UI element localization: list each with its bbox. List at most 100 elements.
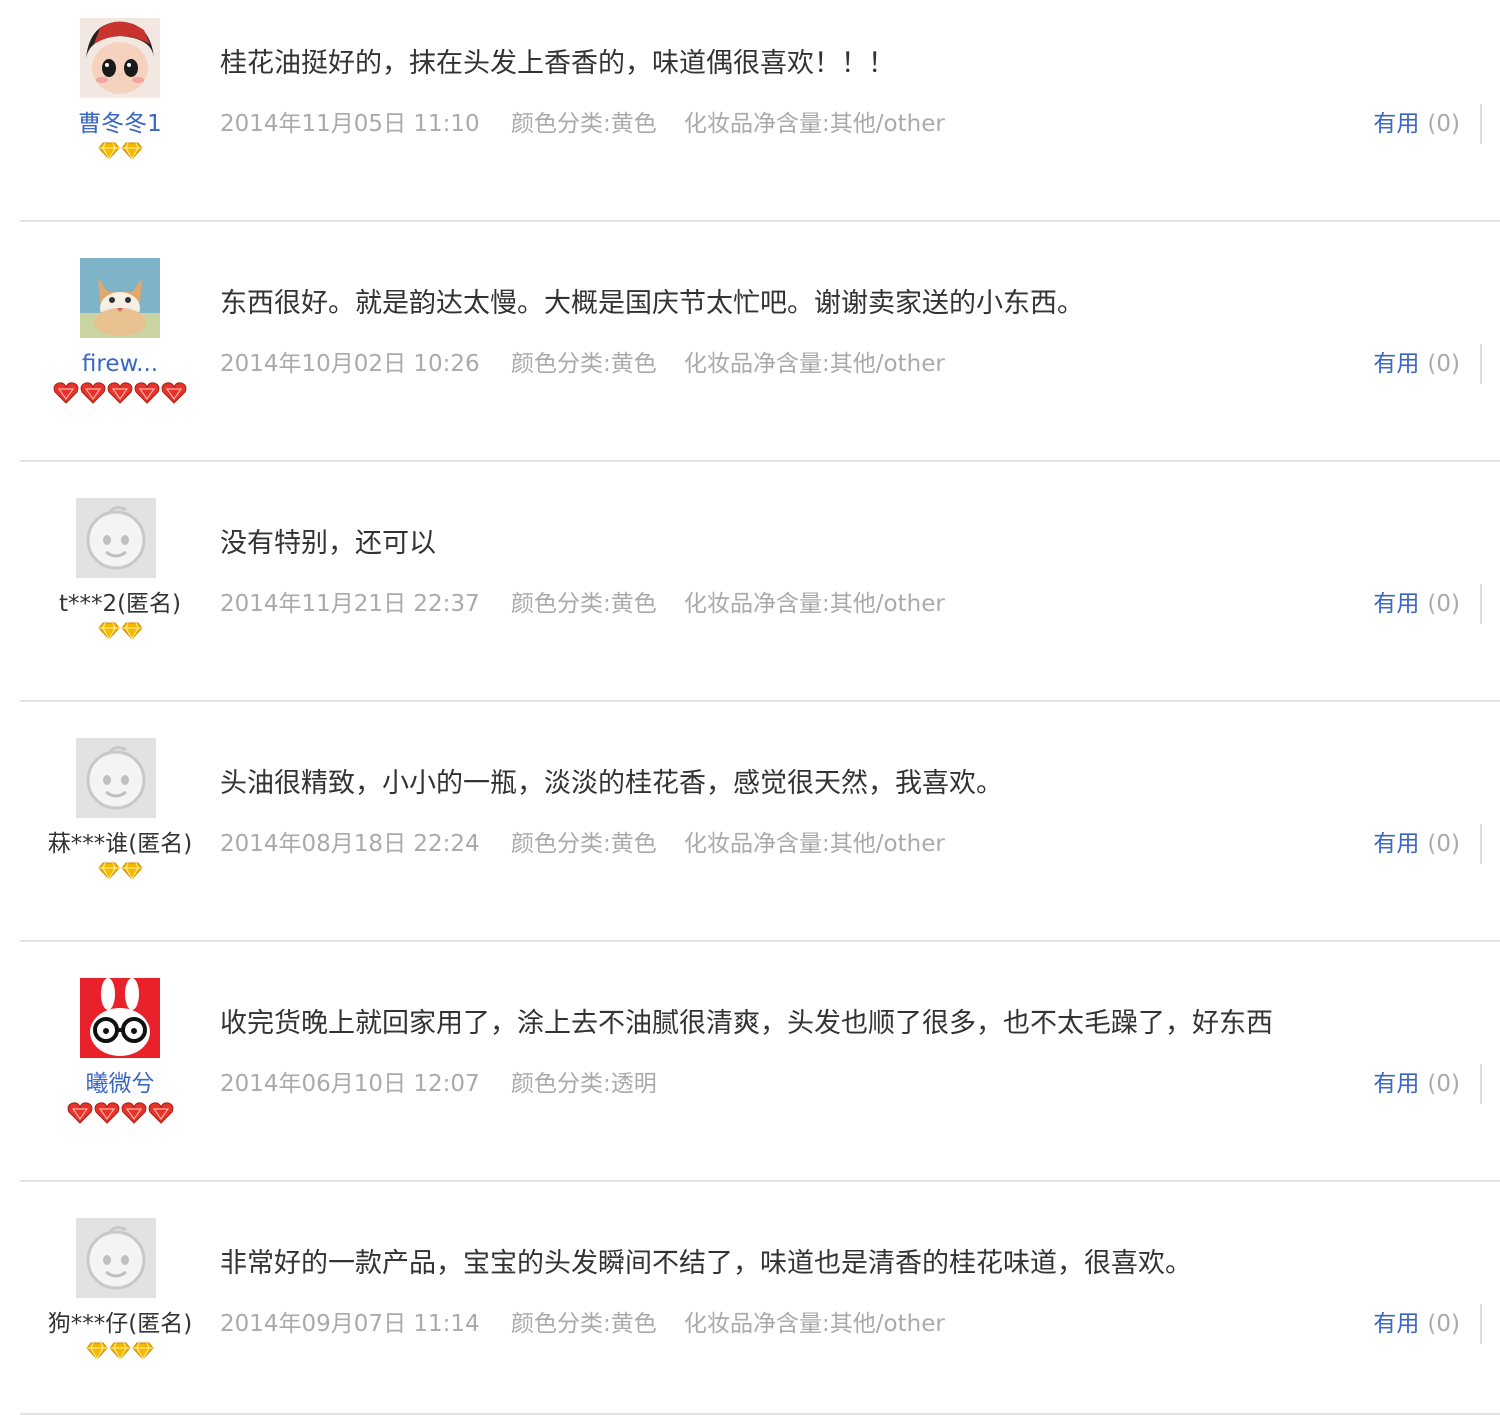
separator bbox=[1480, 344, 1482, 384]
review-text: 桂花油挺好的，抹在头发上香香的，味道偶很喜欢！！！ bbox=[220, 48, 895, 79]
net-content: 化妆品净含量:其他/other bbox=[684, 351, 945, 377]
color-category: 颜色分类:黄色 bbox=[510, 831, 657, 857]
review-date: 2014年09月07日 11:14 bbox=[220, 1311, 480, 1337]
user-level bbox=[20, 622, 220, 648]
useful-count: (0) bbox=[1427, 831, 1460, 857]
review-meta: 2014年08月18日 22:24 颜色分类:黄色 化妆品净含量:其他/othe… bbox=[220, 826, 965, 862]
red-heart-icon bbox=[148, 1102, 173, 1124]
review-meta: 2014年11月05日 11:10 颜色分类:黄色 化妆品净含量:其他/othe… bbox=[220, 106, 965, 142]
review-text: 收完货晚上就回家用了，涂上去不油腻很清爽，头发也顺了很多，也不太毛躁了，好东西 bbox=[220, 1008, 1273, 1039]
color-category: 颜色分类:黄色 bbox=[510, 1311, 657, 1337]
default-avatar-icon[interactable] bbox=[76, 1218, 156, 1298]
review-meta: 2014年06月10日 12:07 颜色分类:透明 bbox=[220, 1066, 677, 1102]
bunny-glasses-avatar-icon[interactable] bbox=[80, 978, 160, 1058]
useful-label[interactable]: 有用 bbox=[1373, 1071, 1419, 1097]
review-date: 2014年11月05日 11:10 bbox=[220, 111, 480, 137]
yellow-diamond-icon bbox=[86, 1342, 108, 1360]
yellow-diamond-icon bbox=[132, 1342, 154, 1360]
separator bbox=[1480, 1064, 1482, 1104]
review-meta: 2014年11月21日 22:37 颜色分类:黄色 化妆品净含量:其他/othe… bbox=[220, 586, 965, 622]
review-text: 非常好的一款产品，宝宝的头发瞬间不结了，味道也是清香的桂花味道，很喜欢。 bbox=[220, 1248, 1192, 1279]
review-date: 2014年11月21日 22:37 bbox=[220, 591, 480, 617]
user-level bbox=[20, 382, 220, 408]
useful-label[interactable]: 有用 bbox=[1373, 831, 1419, 857]
user-level bbox=[20, 1102, 220, 1128]
review-item: t***2(匿名) 没有特别，还可以 2014年11月21日 22:37 颜色分… bbox=[0, 480, 1500, 720]
useful-label[interactable]: 有用 bbox=[1373, 591, 1419, 617]
color-category: 颜色分类:黄色 bbox=[510, 351, 657, 377]
color-category: 颜色分类:黄色 bbox=[510, 591, 657, 617]
useful-count: (0) bbox=[1427, 351, 1460, 377]
divider bbox=[20, 220, 1500, 222]
username-link[interactable]: t***2(匿名) bbox=[20, 586, 220, 622]
useful-button[interactable]: 有用 (0) bbox=[1373, 346, 1460, 382]
useful-button[interactable]: 有用 (0) bbox=[1373, 106, 1460, 142]
cat-avatar-icon[interactable] bbox=[80, 258, 160, 338]
username-link[interactable]: firew... bbox=[20, 346, 220, 382]
review-item: 狗***仔(匿名) 非常好的一款产品，宝宝的头发瞬间不结了，味道也是清香的桂花味… bbox=[0, 1200, 1500, 1415]
username-link[interactable]: 狗***仔(匿名) bbox=[20, 1306, 220, 1342]
review-meta: 2014年09月07日 11:14 颜色分类:黄色 化妆品净含量:其他/othe… bbox=[220, 1306, 965, 1342]
review-date: 2014年06月10日 12:07 bbox=[220, 1071, 480, 1097]
red-heart-icon bbox=[161, 382, 187, 404]
review-date: 2014年08月18日 22:24 bbox=[220, 831, 480, 857]
color-category: 颜色分类:黄色 bbox=[510, 111, 657, 137]
useful-button[interactable]: 有用 (0) bbox=[1373, 826, 1460, 862]
yellow-diamond-icon bbox=[120, 142, 143, 160]
red-heart-icon bbox=[53, 382, 79, 404]
user-level bbox=[20, 142, 220, 168]
review-item: 曦微兮 收完货晚上就回家用了，涂上去不油腻很清爽，头发也顺了很多，也不太毛躁了，… bbox=[0, 960, 1500, 1200]
separator bbox=[1480, 1304, 1482, 1344]
red-heart-icon bbox=[121, 1102, 146, 1124]
useful-count: (0) bbox=[1427, 1071, 1460, 1097]
user-level bbox=[20, 1342, 220, 1368]
red-heart-icon bbox=[94, 1102, 119, 1124]
useful-button[interactable]: 有用 (0) bbox=[1373, 1306, 1460, 1342]
net-content: 化妆品净含量:其他/other bbox=[684, 591, 945, 617]
useful-count: (0) bbox=[1427, 591, 1460, 617]
username-link[interactable]: 曦微兮 bbox=[20, 1066, 220, 1102]
divider bbox=[20, 940, 1500, 942]
separator bbox=[1480, 584, 1482, 624]
divider bbox=[20, 1180, 1500, 1182]
divider bbox=[20, 460, 1500, 462]
review-text: 东西很好。就是韵达太慢。大概是国庆节太忙吧。谢谢卖家送的小东西。 bbox=[220, 288, 1084, 319]
username-link[interactable]: 曹冬冬1 bbox=[20, 106, 220, 142]
useful-label[interactable]: 有用 bbox=[1373, 351, 1419, 377]
review-date: 2014年10月02日 10:26 bbox=[220, 351, 480, 377]
separator bbox=[1480, 104, 1482, 144]
review-text: 头油很精致，小小的一瓶，淡淡的桂花香，感觉很天然，我喜欢。 bbox=[220, 768, 1003, 799]
useful-count: (0) bbox=[1427, 111, 1460, 137]
review-item: 曹冬冬1 桂花油挺好的，抹在头发上香香的，味道偶很喜欢！！！ 2014年11月0… bbox=[0, 0, 1500, 240]
yellow-diamond-icon bbox=[120, 862, 143, 880]
red-heart-icon bbox=[80, 382, 106, 404]
default-avatar-icon[interactable] bbox=[76, 498, 156, 578]
review-item: firew... 东西很好。就是韵达太慢。大概是国庆节太忙吧。谢谢卖家送的小东西… bbox=[0, 240, 1500, 480]
default-avatar-icon[interactable] bbox=[76, 738, 156, 818]
yellow-diamond-icon bbox=[97, 862, 120, 880]
review-item: 菻***谁(匿名) 头油很精致，小小的一瓶，淡淡的桂花香，感觉很天然，我喜欢。 … bbox=[0, 720, 1500, 960]
useful-count: (0) bbox=[1427, 1311, 1460, 1337]
separator bbox=[1480, 824, 1482, 864]
net-content: 化妆品净含量:其他/other bbox=[684, 1311, 945, 1337]
useful-button[interactable]: 有用 (0) bbox=[1373, 1066, 1460, 1102]
divider bbox=[20, 700, 1500, 702]
review-list: 曹冬冬1 桂花油挺好的，抹在头发上香香的，味道偶很喜欢！！！ 2014年11月0… bbox=[0, 0, 1500, 1415]
username-link[interactable]: 菻***谁(匿名) bbox=[20, 826, 220, 862]
red-heart-icon bbox=[67, 1102, 92, 1124]
net-content: 化妆品净含量:其他/other bbox=[684, 831, 945, 857]
yellow-diamond-icon bbox=[97, 622, 120, 640]
net-content: 化妆品净含量:其他/other bbox=[684, 111, 945, 137]
review-text: 没有特别，还可以 bbox=[220, 528, 436, 559]
red-heart-icon bbox=[134, 382, 160, 404]
red-heart-icon bbox=[107, 382, 133, 404]
review-meta: 2014年10月02日 10:26 颜色分类:黄色 化妆品净含量:其他/othe… bbox=[220, 346, 965, 382]
doll-avatar-icon[interactable] bbox=[80, 18, 160, 98]
color-category: 颜色分类:透明 bbox=[510, 1071, 657, 1097]
user-level bbox=[20, 862, 220, 888]
yellow-diamond-icon bbox=[120, 622, 143, 640]
yellow-diamond-icon bbox=[97, 142, 120, 160]
useful-label[interactable]: 有用 bbox=[1373, 1311, 1419, 1337]
useful-label[interactable]: 有用 bbox=[1373, 111, 1419, 137]
useful-button[interactable]: 有用 (0) bbox=[1373, 586, 1460, 622]
